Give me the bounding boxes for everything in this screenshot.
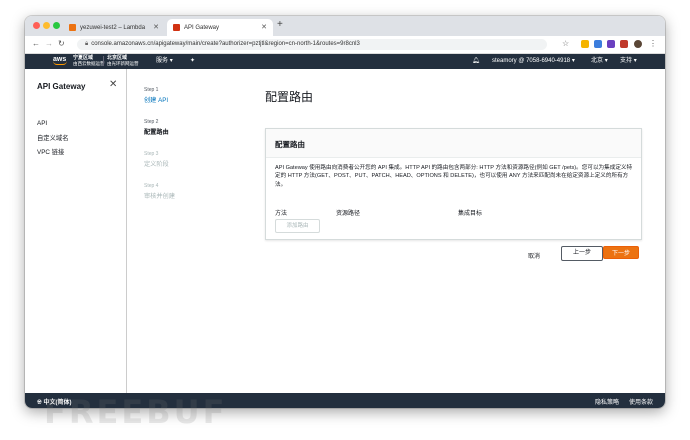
privacy-link[interactable]: 隐私策略 <box>595 397 619 406</box>
panel-header: 配置路由 <box>266 129 641 158</box>
chevron-down-icon: ▾ <box>633 58 637 64</box>
step-create-api[interactable]: 创建 API <box>144 95 168 104</box>
close-icon[interactable]: ✕ <box>109 79 117 90</box>
avatar[interactable] <box>634 40 642 48</box>
support-menu[interactable]: 支持 ▾ <box>620 58 637 65</box>
minimize-window-button[interactable] <box>43 22 50 29</box>
chevron-down-icon: ▾ <box>169 58 173 64</box>
sidebar: API Gateway ✕ API 自定义域名 VPC 链接 <box>25 69 127 393</box>
close-icon[interactable]: ✕ <box>153 23 159 31</box>
step-number: Step 4 <box>144 183 159 189</box>
terms-link[interactable]: 使用条款 <box>629 397 653 406</box>
star-icon[interactable]: ☆ <box>562 39 569 49</box>
globe-icon: 🌐︎ <box>37 400 42 406</box>
step-number: Step 3 <box>144 151 159 157</box>
column-integration-target: 集成目标 <box>458 211 483 217</box>
back-icon[interactable]: ← <box>32 39 40 49</box>
reload-icon[interactable]: ↻ <box>58 39 65 49</box>
tab-bar: yezuwei-test2 – Lambda ✕ API Gateway ✕ + <box>25 16 665 36</box>
bell-icon[interactable]: 🔔︎ <box>472 58 480 65</box>
tab-lambda[interactable]: yezuwei-test2 – Lambda ✕ <box>63 19 165 36</box>
more-icon[interactable]: ⋮ <box>649 39 657 49</box>
forward-icon[interactable]: → <box>45 39 53 49</box>
aws-logo[interactable]: aws <box>53 56 67 65</box>
new-tab-button[interactable]: + <box>277 20 283 30</box>
chevron-down-icon: ▾ <box>571 58 575 64</box>
lock-icon: 🔒︎ <box>85 41 89 47</box>
tab-title: yezuwei-test2 – Lambda <box>80 24 146 31</box>
column-method: 方法 <box>275 211 288 217</box>
chevron-down-icon: ▾ <box>604 58 608 64</box>
url-field[interactable]: 🔒︎ console.amazonaws.cn/apigateway/main/c… <box>77 39 547 50</box>
extension-icon[interactable] <box>607 40 615 48</box>
sidebar-item-vpc-link[interactable]: VPC 链接 <box>37 147 64 156</box>
lambda-icon <box>69 24 76 31</box>
sidebar-item-api[interactable]: API <box>37 120 47 127</box>
page-title: 配置路由 <box>265 90 314 104</box>
step-review-create: 审核并创建 <box>144 193 175 200</box>
close-window-button[interactable] <box>33 22 40 29</box>
close-icon[interactable]: ✕ <box>261 23 267 31</box>
step-define-stages: 定义阶段 <box>144 161 169 168</box>
configure-routes-panel: 配置路由 API Gateway 使用路由向消费者公开您的 API 集成。HTT… <box>265 128 642 240</box>
account-label: steamory @ 7058-6940-4918 <box>492 58 571 64</box>
region-label: 北京 <box>591 58 604 64</box>
support-label: 支持 <box>620 58 633 64</box>
cancel-button[interactable]: 取消 <box>528 251 540 260</box>
extension-icon[interactable] <box>620 40 628 48</box>
previous-button[interactable]: 上一步 <box>561 246 603 261</box>
browser-window: yezuwei-test2 – Lambda ✕ API Gateway ✕ +… <box>25 16 665 408</box>
step-number: Step 1 <box>144 87 159 93</box>
account-menu[interactable]: steamory @ 7058-6940-4918 ▾ <box>492 58 575 65</box>
sidebar-title: API Gateway <box>37 82 86 91</box>
region-menu[interactable]: 北京 ▾ <box>591 58 608 65</box>
column-resource-path: 资源路径 <box>336 211 361 217</box>
tab-title: API Gateway <box>184 24 220 31</box>
aws-logo-text: aws <box>53 56 67 63</box>
services-label: 服务 <box>156 58 169 64</box>
step-number: Step 2 <box>144 119 159 125</box>
region-operator: 由光环新网运营 <box>107 61 139 66</box>
region-operator: 由西云数据运营 <box>73 61 105 66</box>
tab-api-gateway[interactable]: API Gateway ✕ <box>167 19 273 36</box>
maximize-window-button[interactable] <box>53 22 60 29</box>
step-configure-routes: 配置路由 <box>144 129 169 136</box>
url-text: console.amazonaws.cn/apigateway/main/cre… <box>91 41 360 47</box>
watermark-logo: FREEBUF <box>44 393 228 431</box>
services-menu[interactable]: 服务 ▾ <box>156 58 173 65</box>
ningxia-region-label: 宁夏区域 由西云数据运营 <box>73 56 105 67</box>
sidebar-item-custom-domain[interactable]: 自定义域名 <box>37 133 68 142</box>
address-bar: ← → ↻ 🔒︎ console.amazonaws.cn/apigateway/… <box>25 36 665 54</box>
add-route-button[interactable]: 添加路由 <box>275 219 320 233</box>
panel-title: 配置路由 <box>275 140 305 149</box>
api-gateway-icon <box>173 24 180 31</box>
panel-description: API Gateway 使用路由向消费者公开您的 API 集成。HTTP API… <box>275 165 633 188</box>
next-button[interactable]: 下一步 <box>603 246 639 259</box>
extension-icon[interactable] <box>594 40 602 48</box>
aws-top-nav: aws 宁夏区域 由西云数据运营 北京区域 由光环新网运营 服务 ▾ ✦ 🔔︎ … <box>25 54 665 69</box>
extension-icon[interactable] <box>581 40 589 48</box>
pin-icon[interactable]: ✦ <box>190 58 195 65</box>
beijing-region-label: 北京区域 由光环新网运营 <box>103 56 139 66</box>
